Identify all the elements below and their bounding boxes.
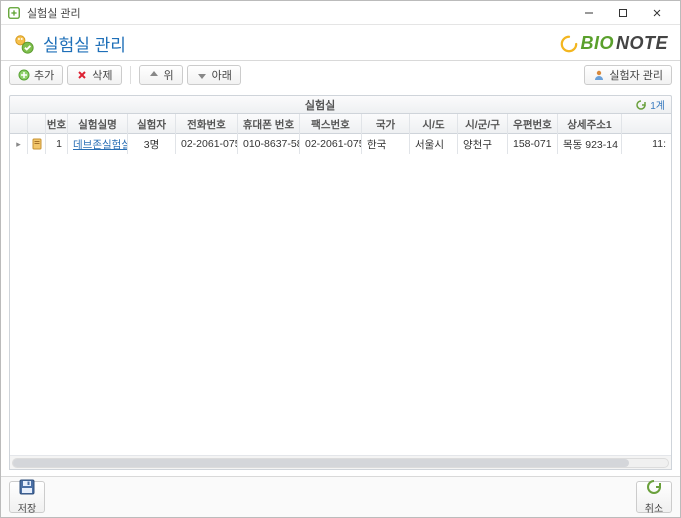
cancel-button[interactable]: 취소 — [636, 481, 672, 513]
row-indicator-icon: ▸ — [10, 134, 28, 154]
cell-fax: 02-2061-0759 — [300, 134, 362, 154]
cell-tail: 11: — [622, 134, 671, 154]
cell-mobile: 010-8637-5803 — [238, 134, 300, 154]
lab-manage-icon — [13, 33, 35, 55]
experimenter-manage-button[interactable]: 실험자 관리 — [584, 65, 672, 85]
arrow-up-icon — [148, 69, 160, 81]
scrollbar-track[interactable] — [12, 458, 669, 468]
window-title: 실험실 관리 — [27, 5, 81, 21]
cancel-icon — [646, 479, 662, 498]
cell-country: 한국 — [362, 134, 410, 154]
delete-icon — [76, 69, 88, 81]
grid-group-header: 실험실 1계 — [9, 95, 672, 113]
app-icon — [7, 6, 21, 20]
col-tel[interactable]: 전화번호 — [176, 114, 238, 134]
col-city[interactable]: 시/도 — [410, 114, 458, 134]
col-no[interactable]: 번호 — [46, 114, 68, 134]
col-experimenter[interactable]: 실험자 — [128, 114, 176, 134]
content-area: 실험실 1계 번호 실험실명 실험자 전화번호 휴대폰 번호 팩스번호 국가 시… — [1, 89, 680, 476]
down-label: 아래 — [212, 67, 232, 83]
save-button[interactable]: 저장 — [9, 481, 45, 513]
brand-note: NOTE — [616, 33, 668, 54]
add-button[interactable]: 추가 — [9, 65, 63, 85]
move-down-button[interactable]: 아래 — [187, 65, 241, 85]
cell-addr1: 목동 923-14 — [558, 134, 622, 154]
page-header: 실험실 관리 BIONOTE — [1, 25, 680, 60]
brand-bio: BIO — [580, 33, 614, 54]
cell-zip: 158-071 — [508, 134, 558, 154]
col-icon[interactable] — [28, 114, 46, 134]
col-handle[interactable] — [10, 114, 28, 134]
table-row[interactable]: ▸ 1 데브존실험실 3명 02-2061-0753 010-8637-5803… — [10, 134, 671, 154]
toolbar: 추가 삭제 위 아래 실험자 관리 — [1, 61, 680, 89]
lab-name-link[interactable]: 데브존실험실 — [73, 137, 128, 152]
close-button[interactable] — [640, 3, 674, 23]
titlebar: 실험실 관리 — [1, 1, 680, 25]
refresh-icon — [636, 100, 646, 110]
col-fax[interactable]: 팩스번호 — [300, 114, 362, 134]
grid-body: ▸ 1 데브존실험실 3명 02-2061-0753 010-8637-5803… — [10, 134, 671, 455]
col-country[interactable]: 국가 — [362, 114, 410, 134]
grid-group-title: 실험실 — [10, 97, 630, 113]
toolbar-separator — [130, 66, 131, 84]
move-up-button[interactable]: 위 — [139, 65, 183, 85]
user-icon — [593, 69, 605, 81]
horizontal-scrollbar[interactable] — [10, 455, 671, 469]
cell-tel: 02-2061-0753 — [176, 134, 238, 154]
brand-logo: BIONOTE — [560, 33, 668, 54]
add-icon — [18, 69, 30, 81]
data-grid: 번호 실험실명 실험자 전화번호 휴대폰 번호 팩스번호 국가 시/도 시/군/… — [9, 113, 672, 470]
delete-label: 삭제 — [92, 67, 112, 83]
cancel-label: 취소 — [645, 500, 663, 515]
page-title: 실험실 관리 — [43, 31, 126, 56]
cell-no: 1 — [46, 134, 68, 154]
app-window: 실험실 관리 실험실 관리 BIONOTE 추가 삭제 위 — [0, 0, 681, 518]
col-addr1[interactable]: 상세주소1 — [558, 114, 622, 134]
col-zip[interactable]: 우편번호 — [508, 114, 558, 134]
scrollbar-thumb[interactable] — [13, 459, 629, 467]
brand-ring-icon — [560, 35, 578, 53]
cell-district: 양천구 — [458, 134, 508, 154]
col-name[interactable]: 실험실명 — [68, 114, 128, 134]
cell-city: 서울시 — [410, 134, 458, 154]
grid-header-row: 번호 실험실명 실험자 전화번호 휴대폰 번호 팩스번호 국가 시/도 시/군/… — [10, 114, 671, 134]
cell-name[interactable]: 데브존실험실 — [68, 134, 128, 154]
experimenter-label: 실험자 관리 — [609, 67, 663, 83]
cell-experimenter: 3명 — [128, 134, 176, 154]
save-label: 저장 — [18, 500, 36, 515]
grid-count: 1계 — [630, 97, 671, 112]
footer: 저장 취소 — [1, 476, 680, 517]
add-label: 추가 — [34, 67, 54, 83]
maximize-button[interactable] — [606, 3, 640, 23]
row-type-icon — [28, 134, 46, 154]
col-mobile[interactable]: 휴대폰 번호 — [238, 114, 300, 134]
col-tail[interactable] — [622, 114, 671, 134]
save-icon — [19, 479, 35, 498]
delete-button[interactable]: 삭제 — [67, 65, 121, 85]
arrow-down-icon — [196, 69, 208, 81]
grid-count-text: 1계 — [650, 97, 665, 112]
up-label: 위 — [164, 67, 174, 83]
minimize-button[interactable] — [572, 3, 606, 23]
col-district[interactable]: 시/군/구 — [458, 114, 508, 134]
